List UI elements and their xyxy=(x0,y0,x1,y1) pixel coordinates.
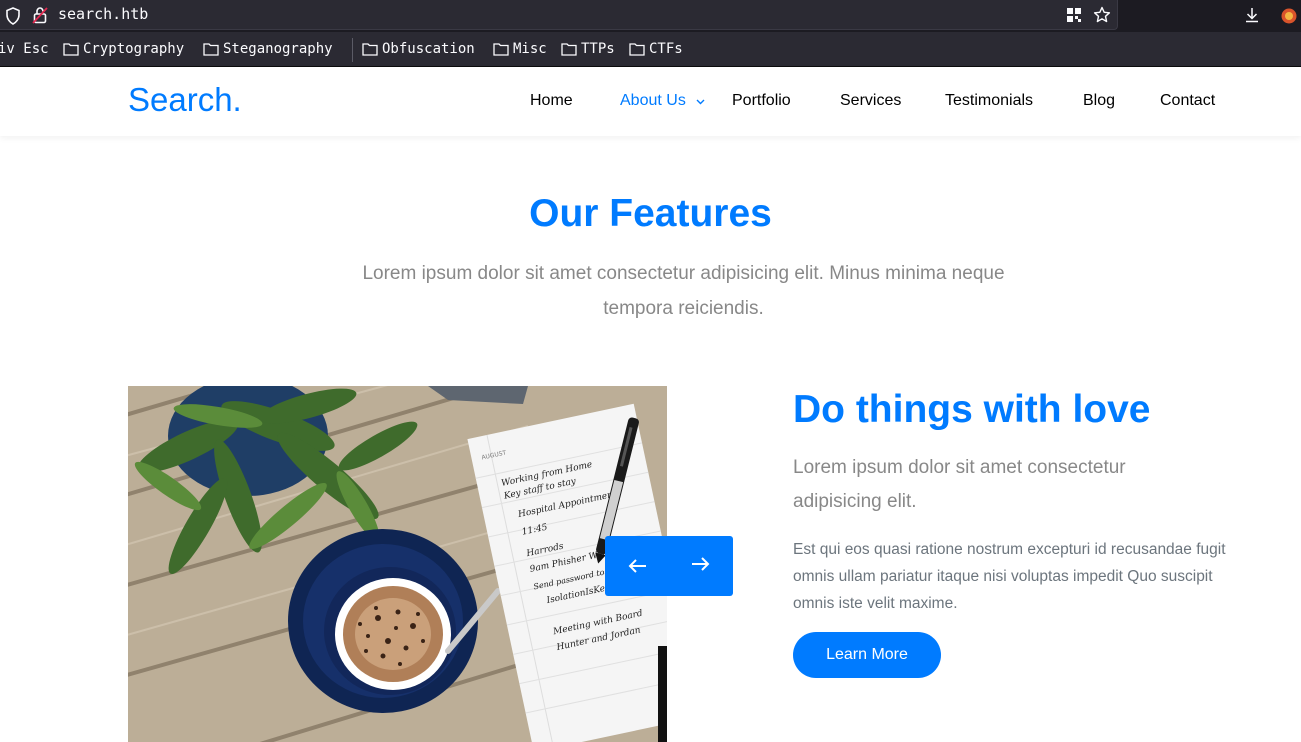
learn-more-button[interactable]: Learn More xyxy=(793,632,941,678)
bookmark-folder-misc[interactable]: Misc xyxy=(493,41,547,57)
section-title: Our Features xyxy=(529,192,772,235)
bookmark-star-icon[interactable] xyxy=(1093,6,1111,24)
nav-about-us[interactable]: About Us xyxy=(620,92,686,110)
site-logo[interactable]: Search. xyxy=(128,81,242,119)
bookmark-iv-esc[interactable]: iv Esc xyxy=(0,41,49,57)
feature-body: Est qui eos quasi ratione nostrum except… xyxy=(793,541,1226,612)
slider-nav xyxy=(605,536,733,596)
chevron-down-icon[interactable] xyxy=(696,99,705,105)
insecure-lock-icon[interactable] xyxy=(32,6,48,24)
bookmark-folder-ctfs[interactable]: CTFs xyxy=(629,41,683,57)
feature-heading: Do things with love xyxy=(793,388,1151,431)
folder-icon xyxy=(362,43,378,56)
bookmarks-bar: iv Esc Cryptography Steganography Obfusc… xyxy=(0,32,1301,67)
bookmark-folder-steganography[interactable]: Steganography xyxy=(203,41,333,57)
nav-testimonials[interactable]: Testimonials xyxy=(945,92,1033,110)
coffee-notebook-illustration: AUGUST Working from Home Key staff to st… xyxy=(128,386,667,742)
extension-icon[interactable] xyxy=(1280,7,1298,25)
folder-icon xyxy=(63,43,79,56)
bookmark-folder-obfuscation[interactable]: Obfuscation xyxy=(362,41,475,57)
nav-services[interactable]: Services xyxy=(840,92,901,110)
bookmark-label: Misc xyxy=(513,41,547,57)
arrow-left-icon[interactable] xyxy=(627,555,649,577)
folder-icon xyxy=(561,43,577,56)
section-subtitle: Lorem ipsum dolor sit amet consectetur a… xyxy=(362,263,1005,319)
browser-toolbar: search.htb xyxy=(0,0,1301,32)
nav-contact[interactable]: Contact xyxy=(1160,92,1215,110)
bookmark-folder-cryptography[interactable]: Cryptography xyxy=(63,41,184,57)
bookmark-label: CTFs xyxy=(649,41,683,57)
feature-image: AUGUST Working from Home Key staff to st… xyxy=(128,386,667,742)
url-text[interactable]: search.htb xyxy=(58,5,148,23)
download-icon[interactable] xyxy=(1244,7,1260,23)
site-navbar: Search. Home About Us Portfolio Services… xyxy=(0,67,1301,136)
bookmark-label: Obfuscation xyxy=(382,41,475,57)
nav-blog[interactable]: Blog xyxy=(1083,92,1115,110)
folder-icon xyxy=(629,43,645,56)
folder-icon xyxy=(493,43,509,56)
folder-icon xyxy=(203,43,219,56)
bookmark-label: Steganography xyxy=(223,41,333,57)
qr-code-icon[interactable] xyxy=(1066,7,1082,23)
url-field[interactable]: search.htb xyxy=(0,0,1118,30)
shield-icon[interactable] xyxy=(5,7,21,25)
nav-portfolio[interactable]: Portfolio xyxy=(732,92,791,110)
feature-lead: Lorem ipsum dolor sit amet consectetur a… xyxy=(793,457,1126,512)
bookmark-folder-ttps[interactable]: TTPs xyxy=(561,41,615,57)
arrow-right-icon[interactable] xyxy=(689,553,711,575)
bookmark-label: TTPs xyxy=(581,41,615,57)
bookmark-separator xyxy=(352,38,353,62)
nav-home[interactable]: Home xyxy=(530,92,573,110)
bookmark-label: Cryptography xyxy=(83,41,185,57)
bookmark-label: iv Esc xyxy=(0,41,49,57)
